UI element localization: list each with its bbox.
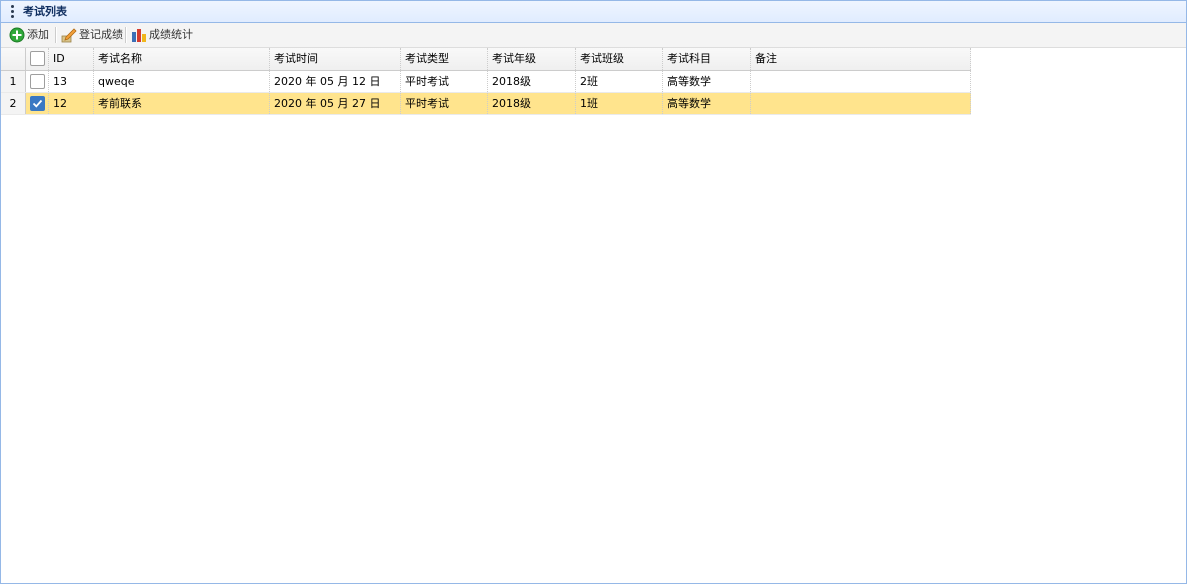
bar-chart-icon [132, 29, 146, 42]
cell-subject: 高等数学 [663, 93, 751, 114]
add-icon [9, 27, 25, 43]
row-checkbox-checked[interactable] [30, 96, 45, 111]
col-header-note[interactable]: 备注 [751, 48, 971, 70]
cell-id: 13 [49, 71, 94, 92]
toolbar: 添加 登记成绩 成绩统计 [1, 23, 1186, 48]
cell-note [751, 93, 971, 114]
drag-handle-icon[interactable] [11, 5, 15, 19]
col-header-grade[interactable]: 考试年级 [488, 48, 576, 70]
row-number: 2 [1, 93, 26, 114]
register-scores-label: 登记成绩 [79, 28, 123, 41]
cell-note [751, 71, 971, 92]
cell-grade: 2018级 [488, 71, 576, 92]
cell-name: 考前联系 [94, 93, 270, 114]
select-all-cell [25, 48, 49, 70]
col-header-name[interactable]: 考试名称 [94, 48, 270, 70]
panel-header: 考试列表 [1, 1, 1186, 23]
panel-title: 考试列表 [23, 5, 67, 18]
cell-name: qweqe [94, 71, 270, 92]
row-number: 1 [1, 71, 26, 92]
cell-class: 2班 [576, 71, 663, 92]
checkmark-icon [32, 99, 43, 108]
row-select-cell [25, 93, 49, 114]
cell-class: 1班 [576, 93, 663, 114]
select-all-checkbox[interactable] [30, 51, 45, 66]
cell-type: 平时考试 [401, 93, 488, 114]
cell-type: 平时考试 [401, 71, 488, 92]
exam-list-panel: 考试列表 添加 登记成绩 成绩统计 ID 考试名称 考试时间 考试类型 考试年级… [0, 0, 1187, 584]
exam-table: ID 考试名称 考试时间 考试类型 考试年级 考试班级 考试科目 备注 1 13… [1, 48, 971, 115]
cell-id: 12 [49, 93, 94, 114]
cell-time: 2020 年 05 月 12 日 [270, 71, 401, 92]
cell-grade: 2018级 [488, 93, 576, 114]
toolbar-divider [125, 27, 127, 43]
col-header-subject[interactable]: 考试科目 [663, 48, 751, 70]
table-header: ID 考试名称 考试时间 考试类型 考试年级 考试班级 考试科目 备注 [1, 48, 971, 71]
add-button-label: 添加 [27, 28, 49, 41]
col-header-id[interactable]: ID [49, 48, 94, 70]
toolbar-divider [55, 27, 57, 43]
row-number-header [1, 48, 26, 70]
cell-time: 2020 年 05 月 27 日 [270, 93, 401, 114]
score-stats-label: 成绩统计 [149, 28, 193, 41]
row-checkbox[interactable] [30, 74, 45, 89]
table-row-selected[interactable]: 2 12 考前联系 2020 年 05 月 27 日 平时考试 2018级 1班… [1, 93, 971, 115]
table-row[interactable]: 1 13 qweqe 2020 年 05 月 12 日 平时考试 2018级 2… [1, 71, 971, 93]
row-select-cell [25, 71, 49, 92]
col-header-class[interactable]: 考试班级 [576, 48, 663, 70]
edit-pencil-icon [61, 28, 77, 43]
col-header-time[interactable]: 考试时间 [270, 48, 401, 70]
col-header-type[interactable]: 考试类型 [401, 48, 488, 70]
cell-subject: 高等数学 [663, 71, 751, 92]
